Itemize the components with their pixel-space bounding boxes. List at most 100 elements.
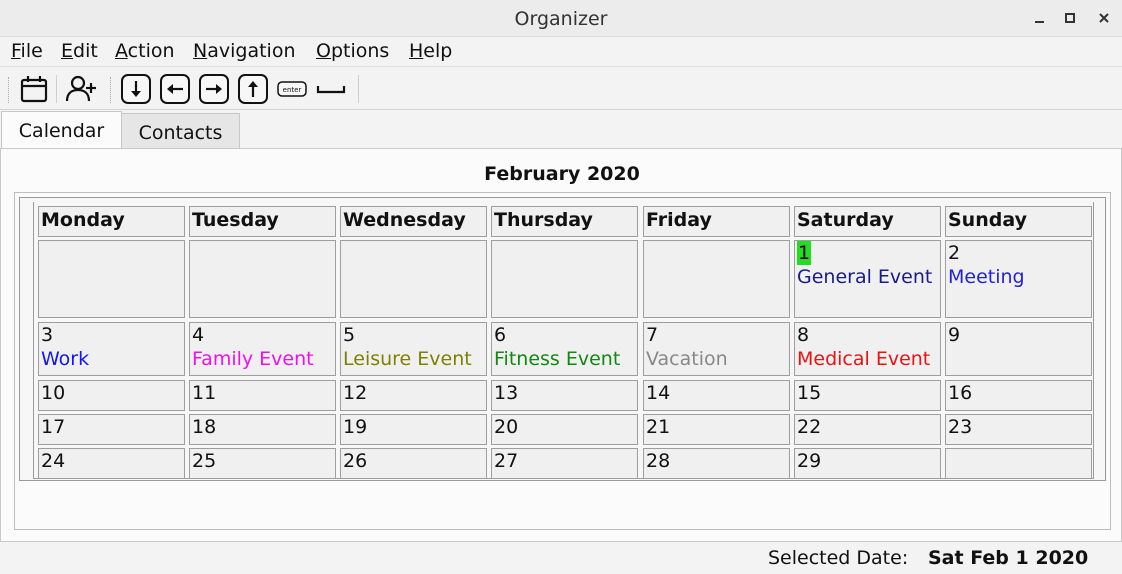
day-cell-3[interactable]: 3 Work	[38, 322, 185, 376]
day-cell-22[interactable]: 22	[794, 414, 941, 445]
day-cell-24[interactable]: 24	[38, 448, 185, 479]
enter-key-icon[interactable]: enter	[276, 73, 308, 105]
toolbar-grip[interactable]	[8, 77, 10, 103]
day-cell-6[interactable]: 6 Fitness Event	[491, 322, 638, 376]
day-cell-9[interactable]: 9	[945, 322, 1092, 376]
calendar-event[interactable]: Leisure Event	[343, 347, 486, 371]
day-cell-4[interactable]: 4 Family Event	[189, 322, 336, 376]
day-cell-8[interactable]: 8 Medical Event	[794, 322, 941, 376]
close-icon[interactable]	[1092, 6, 1116, 30]
day-cell-15[interactable]: 15	[794, 380, 941, 411]
day-cell-17[interactable]: 17	[38, 414, 185, 445]
menu-navigation[interactable]: Navigation	[193, 40, 295, 62]
day-number: 19	[343, 416, 368, 438]
day-number: 27	[494, 450, 519, 472]
day-cell-13[interactable]: 13	[491, 380, 638, 411]
day-number: 2	[948, 242, 961, 264]
day-cell-25[interactable]: 25	[189, 448, 336, 479]
add-contact-icon[interactable]	[64, 73, 96, 105]
arrow-down-icon[interactable]	[120, 73, 152, 105]
toolbar-separator-2	[358, 75, 359, 103]
window-title: Organizer	[514, 8, 608, 30]
day-cell-28[interactable]: 28	[643, 448, 790, 479]
tab-calendar[interactable]: Calendar	[1, 111, 122, 150]
day-cell-7[interactable]: 7 Vacation	[643, 322, 790, 376]
day-number: 22	[797, 416, 822, 438]
day-cell-10[interactable]: 10	[38, 380, 185, 411]
empty-day-cell	[491, 240, 638, 318]
day-cell-14[interactable]: 14	[643, 380, 790, 411]
space-key-icon[interactable]	[315, 73, 347, 105]
calendar-event[interactable]: Fitness Event	[494, 347, 637, 371]
enter-key-label: enter	[283, 86, 302, 94]
toolbar-grip-2[interactable]	[110, 77, 112, 103]
day-cell-1[interactable]: 1 General Event	[794, 240, 941, 318]
day-number: 24	[41, 450, 66, 472]
day-cell-26[interactable]: 26	[340, 448, 487, 479]
empty-day-cell	[189, 240, 336, 318]
menu-bar: File Edit Action Navigation Options Help	[0, 37, 1122, 66]
tab-contacts-label: Contacts	[138, 122, 223, 144]
arrow-left-icon[interactable]	[159, 73, 191, 105]
day-number: 16	[948, 382, 973, 404]
day-number: 9	[948, 324, 961, 346]
day-number: 1	[797, 241, 812, 265]
tab-contacts[interactable]: Contacts	[121, 113, 240, 149]
weekday-header-sunday: Sunday	[945, 206, 1092, 237]
weekday-header-saturday: Saturday	[794, 206, 941, 237]
day-number: 14	[646, 382, 671, 404]
day-cell-19[interactable]: 19	[340, 414, 487, 445]
calendar-event[interactable]: Family Event	[192, 347, 335, 371]
calendar-event[interactable]: Work	[41, 347, 184, 371]
day-cell-11[interactable]: 11	[189, 380, 336, 411]
day-number: 15	[797, 382, 822, 404]
day-cell-18[interactable]: 18	[189, 414, 336, 445]
day-number: 12	[343, 382, 368, 404]
maximize-icon[interactable]	[1058, 6, 1082, 30]
calendar-event[interactable]: Vacation	[646, 347, 789, 371]
tab-bar: Calendar Contacts	[0, 110, 1122, 150]
calendar-icon[interactable]	[18, 73, 50, 105]
day-number: 18	[192, 416, 217, 438]
day-cell-23[interactable]: 23	[945, 414, 1092, 445]
day-number: 23	[948, 416, 973, 438]
day-number: 5	[343, 324, 356, 346]
menu-action[interactable]: Action	[115, 40, 175, 62]
arrow-up-icon[interactable]	[237, 73, 269, 105]
day-cell-27[interactable]: 27	[491, 448, 638, 479]
day-cell-12[interactable]: 12	[340, 380, 487, 411]
weekday-header-friday: Friday	[643, 206, 790, 237]
day-cell-5[interactable]: 5 Leisure Event	[340, 322, 487, 376]
calendar-event[interactable]: Medical Event	[797, 347, 940, 371]
toolbar: enter	[0, 66, 1122, 110]
weekday-header-monday: Monday	[38, 206, 185, 237]
calendar-event[interactable]: General Event	[797, 265, 940, 289]
empty-day-cell	[643, 240, 790, 318]
day-number: 7	[646, 324, 659, 346]
calendar-container: Monday Tuesday Wednesday Thursday Friday Satu…	[14, 192, 1111, 530]
month-title: February 2020	[484, 163, 640, 185]
day-cell-2[interactable]: 2 Meeting	[945, 240, 1092, 318]
menu-edit[interactable]: Edit	[61, 40, 98, 62]
calendar-scroll-area: Monday Tuesday Wednesday Thursday Friday Satu…	[19, 197, 1106, 481]
day-number: 25	[192, 450, 217, 472]
day-cell-20[interactable]: 20	[491, 414, 638, 445]
menu-help[interactable]: Help	[409, 40, 452, 62]
menu-file-label: File	[11, 40, 43, 62]
day-number: 20	[494, 416, 519, 438]
menu-file[interactable]: File	[11, 40, 43, 62]
selected-date-value: Sat Feb 1 2020	[928, 547, 1089, 569]
menu-help-label: Help	[409, 40, 453, 62]
day-cell-21[interactable]: 21	[643, 414, 790, 445]
arrow-right-icon[interactable]	[198, 73, 230, 105]
calendar-event[interactable]: Meeting	[948, 265, 1091, 289]
title-bar[interactable]: Organizer	[0, 0, 1122, 37]
menu-options[interactable]: Options	[316, 40, 389, 62]
day-number: 10	[41, 382, 66, 404]
day-number: 17	[41, 416, 66, 438]
day-cell-29[interactable]: 29	[794, 448, 941, 479]
minimize-icon[interactable]	[1028, 6, 1052, 30]
day-cell-16[interactable]: 16	[945, 380, 1092, 411]
day-number: 21	[646, 416, 671, 438]
toolbar-separator	[56, 75, 57, 103]
